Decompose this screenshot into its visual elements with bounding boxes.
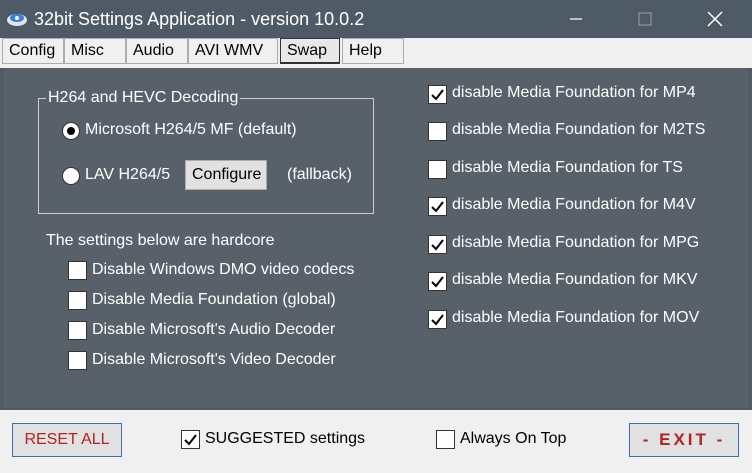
hardcore-heading: The settings below are hardcore	[46, 232, 275, 249]
radio-selected-dot	[67, 127, 75, 135]
always-on-top-label[interactable]: Always On Top	[460, 430, 566, 448]
disable-video-decoder-label[interactable]: Disable Microsoft's Video Decoder	[92, 351, 336, 369]
radio-lav[interactable]	[62, 167, 80, 185]
mf-m2ts-label[interactable]: disable Media Foundation for M2TS	[452, 121, 705, 139]
tab-help[interactable]: Help	[342, 38, 404, 64]
window-title: 32bit Settings Application - version 10.…	[34, 9, 365, 29]
close-icon	[707, 11, 723, 27]
exit-button[interactable]: - EXIT -	[629, 423, 739, 457]
close-button[interactable]	[692, 0, 738, 38]
decoding-groupbox	[38, 98, 374, 214]
mf-mpg-label[interactable]: disable Media Foundation for MPG	[452, 234, 699, 252]
mf-ts-label[interactable]: disable Media Foundation for TS	[452, 159, 683, 177]
mf-ts-checkbox[interactable]	[428, 160, 447, 179]
app-icon	[7, 14, 27, 26]
reset-all-button[interactable]: RESET ALL	[12, 423, 122, 457]
fallback-label: (fallback)	[287, 166, 352, 183]
tab-config[interactable]: Config	[2, 38, 64, 64]
title-bar[interactable]: 32bit Settings Application - version 10.…	[0, 0, 752, 38]
suggested-settings-checkbox[interactable]	[181, 430, 200, 449]
check-icon	[431, 89, 444, 101]
mf-mp4-checkbox[interactable]	[428, 85, 447, 104]
decoding-group-title: H264 and HEVC Decoding	[46, 89, 241, 107]
check-icon	[431, 201, 444, 213]
mf-mov-checkbox[interactable]	[428, 310, 447, 329]
mf-mkv-label[interactable]: disable Media Foundation for MKV	[452, 271, 697, 289]
suggested-settings-label[interactable]: SUGGESTED settings	[205, 430, 365, 448]
disable-video-decoder-checkbox[interactable]	[68, 351, 87, 370]
mf-m2ts-checkbox[interactable]	[428, 122, 447, 141]
tab-misc[interactable]: Misc	[64, 38, 126, 64]
radio-microsoft-mf-label[interactable]: Microsoft H264/5 MF (default)	[85, 121, 297, 139]
mf-mpg-checkbox[interactable]	[428, 235, 447, 254]
radio-lav-label[interactable]: LAV H264/5	[85, 166, 170, 184]
mf-m4v-label[interactable]: disable Media Foundation for M4V	[452, 196, 696, 214]
tab-swap[interactable]: Swap	[280, 38, 340, 64]
tab-avi-wmv[interactable]: AVI WMV	[188, 38, 278, 64]
tab-audio[interactable]: Audio	[126, 38, 188, 64]
check-icon	[431, 276, 444, 288]
disable-dmo-checkbox[interactable]	[68, 261, 87, 280]
disable-mf-global-label[interactable]: Disable Media Foundation (global)	[92, 291, 336, 309]
mf-mkv-checkbox[interactable]	[428, 272, 447, 291]
mf-m4v-checkbox[interactable]	[428, 197, 447, 216]
tab-bar: Config Misc Audio AVI WMV Swap Help	[0, 38, 752, 66]
check-icon	[184, 434, 197, 446]
always-on-top-checkbox[interactable]	[436, 430, 455, 449]
radio-microsoft-mf[interactable]	[62, 122, 80, 140]
disable-audio-decoder-label[interactable]: Disable Microsoft's Audio Decoder	[92, 321, 335, 339]
maximize-button[interactable]	[622, 0, 668, 38]
disable-dmo-label[interactable]: Disable Windows DMO video codecs	[92, 261, 354, 279]
minimize-icon	[570, 18, 582, 20]
check-icon	[431, 239, 444, 251]
mf-mov-label[interactable]: disable Media Foundation for MOV	[452, 309, 699, 327]
minimize-button[interactable]	[553, 0, 599, 38]
disable-audio-decoder-checkbox[interactable]	[68, 321, 87, 340]
check-icon	[431, 314, 444, 326]
mf-mp4-label[interactable]: disable Media Foundation for MP4	[452, 84, 696, 102]
disable-mf-global-checkbox[interactable]	[68, 291, 87, 310]
configure-button[interactable]: Configure	[185, 160, 267, 190]
maximize-icon	[638, 12, 652, 26]
